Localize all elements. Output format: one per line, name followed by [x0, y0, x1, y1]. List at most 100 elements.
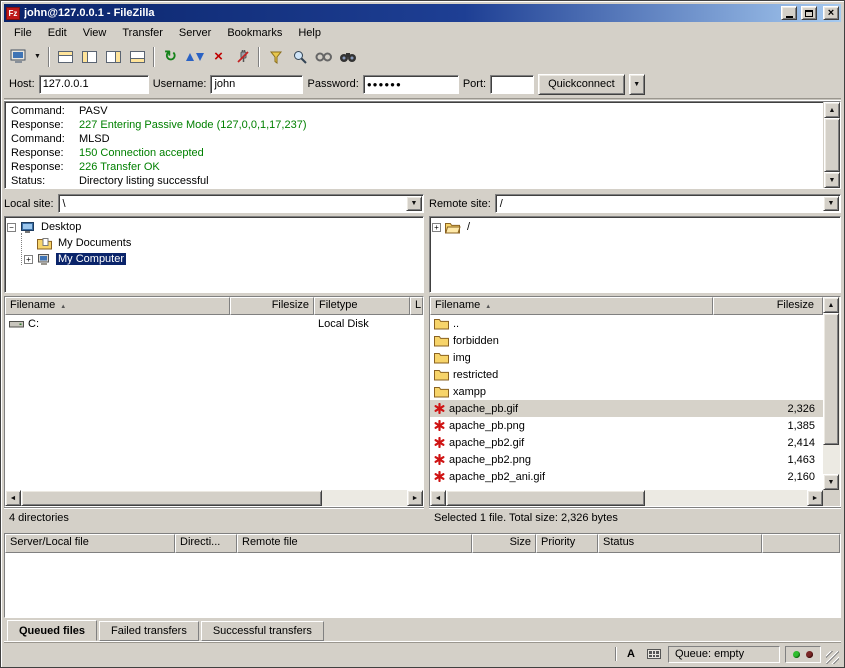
menu-transfer[interactable]: Transfer — [114, 24, 171, 42]
minimize-button[interactable] — [781, 6, 797, 20]
tree-item-desktop[interactable]: − Desktop — [7, 219, 421, 235]
menu-server[interactable]: Server — [171, 24, 219, 42]
scroll-thumb[interactable] — [823, 313, 839, 445]
tab-failed-transfers[interactable]: Failed transfers — [99, 621, 199, 641]
scroll-track[interactable] — [446, 490, 807, 506]
toggle-message-log-icon[interactable] — [54, 45, 77, 68]
toggle-remote-tree-icon[interactable] — [102, 45, 125, 68]
folder-icon — [434, 334, 449, 347]
scroll-thumb[interactable] — [21, 490, 322, 506]
disconnect-icon[interactable] — [231, 45, 254, 68]
site-manager-icon[interactable] — [7, 45, 30, 68]
port-input[interactable] — [490, 75, 534, 94]
toggle-local-tree-icon[interactable] — [78, 45, 101, 68]
scroll-up-button[interactable]: ▲ — [823, 297, 839, 313]
scroll-track[interactable] — [21, 490, 407, 506]
local-site-row: Local site: \ ▼ — [4, 193, 424, 214]
filter-icon[interactable] — [264, 45, 287, 68]
combo-dropdown-button[interactable]: ▼ — [823, 196, 839, 211]
remote-vertical-scrollbar[interactable]: ▲ ▼ — [823, 297, 840, 490]
expander-plus-icon[interactable]: + — [24, 255, 33, 264]
file-row[interactable]: xampp — [430, 383, 823, 400]
remote-site-combo[interactable]: / ▼ — [495, 194, 841, 213]
file-row-selected[interactable]: apache_pb.gif2,326 — [430, 400, 823, 417]
toggle-transfer-queue-icon[interactable] — [126, 45, 149, 68]
data-type-indicator[interactable]: A — [622, 646, 640, 662]
queue-body[interactable] — [5, 553, 840, 617]
local-horizontal-scrollbar[interactable]: ◄ ► — [5, 490, 423, 506]
process-queue-icon[interactable] — [183, 45, 206, 68]
column-header-lastmodified[interactable]: L — [410, 297, 423, 315]
remote-horizontal-scrollbar[interactable]: ◄ ► — [430, 490, 823, 506]
tree-item-root[interactable]: + / — [432, 219, 838, 235]
column-header-filesize[interactable]: Filesize — [230, 297, 314, 315]
scroll-thumb[interactable] — [824, 118, 840, 172]
column-header-priority[interactable]: Priority — [536, 534, 598, 553]
expander-minus-icon[interactable]: − — [7, 223, 16, 232]
column-header-status[interactable]: Status — [598, 534, 762, 553]
column-header-server-local-file[interactable]: Server/Local file — [5, 534, 175, 553]
log-scrollbar[interactable]: ▲ ▼ — [823, 102, 840, 188]
scroll-right-button[interactable]: ► — [807, 490, 823, 506]
site-manager-dropdown-icon[interactable]: ▼ — [31, 45, 44, 68]
resize-grip[interactable] — [826, 651, 839, 664]
username-input[interactable] — [210, 75, 303, 94]
menu-edit[interactable]: Edit — [40, 24, 75, 42]
password-input[interactable] — [363, 75, 459, 94]
host-input[interactable] — [39, 75, 149, 94]
expander-plus-icon[interactable]: + — [432, 223, 441, 232]
column-header-filetype[interactable]: Filetype — [314, 297, 410, 315]
file-row[interactable]: apache_pb.png1,385 — [430, 417, 823, 434]
browser-panes: Local site: \ ▼ − Desktop My Documents — [4, 193, 841, 527]
tab-queued-files[interactable]: Queued files — [7, 620, 97, 641]
tree-item-my-documents[interactable]: My Documents — [7, 235, 421, 251]
scroll-up-button[interactable]: ▲ — [824, 102, 840, 118]
find-files-icon[interactable] — [336, 45, 359, 68]
column-header-filename[interactable]: Filename▲ — [5, 297, 230, 315]
column-header-size[interactable]: Size — [472, 534, 536, 553]
scroll-left-button[interactable]: ◄ — [430, 490, 446, 506]
speed-limit-indicator-icon[interactable] — [645, 646, 663, 662]
remote-file-list: Filename▲ Filesize .. forbidden img rest… — [429, 296, 841, 507]
file-row[interactable]: img — [430, 349, 823, 366]
menu-file[interactable]: File — [6, 24, 40, 42]
scroll-down-button[interactable]: ▼ — [823, 474, 839, 490]
refresh-icon[interactable]: ↻ — [159, 45, 182, 68]
directory-comparison-icon[interactable] — [288, 45, 311, 68]
menu-view[interactable]: View — [75, 24, 115, 42]
cancel-operation-icon[interactable]: × — [207, 45, 230, 68]
scroll-thumb[interactable] — [446, 490, 645, 506]
log-line: Status:Directory listing successful — [5, 174, 823, 188]
column-header-direction[interactable]: Directi... — [175, 534, 237, 553]
file-row[interactable]: C: Local Disk — [5, 315, 423, 332]
menu-bookmarks[interactable]: Bookmarks — [219, 24, 290, 42]
scroll-left-button[interactable]: ◄ — [5, 490, 21, 506]
file-row[interactable]: forbidden — [430, 332, 823, 349]
scroll-down-button[interactable]: ▼ — [824, 172, 840, 188]
file-row[interactable]: restricted — [430, 366, 823, 383]
file-row[interactable]: apache_pb2.png1,463 — [430, 451, 823, 468]
file-row[interactable]: apache_pb2_ani.gif2,160 — [430, 468, 823, 485]
tree-item-my-computer[interactable]: + My Computer — [7, 251, 421, 267]
scroll-right-button[interactable]: ► — [407, 490, 423, 506]
scroll-track[interactable] — [824, 118, 840, 172]
file-row[interactable]: apache_pb2.gif2,414 — [430, 434, 823, 451]
column-header-filesize[interactable]: Filesize — [713, 297, 823, 315]
combo-dropdown-button[interactable]: ▼ — [406, 196, 422, 211]
broken-image-file-icon — [434, 437, 445, 448]
tab-successful-transfers[interactable]: Successful transfers — [201, 621, 324, 641]
local-pane: Local site: \ ▼ − Desktop My Documents — [4, 193, 424, 527]
menu-help[interactable]: Help — [290, 24, 329, 42]
file-row[interactable]: .. — [430, 315, 823, 332]
local-list-body: C: Local Disk — [5, 315, 423, 490]
column-header-filename[interactable]: Filename▲ — [430, 297, 713, 315]
scroll-track[interactable] — [823, 313, 840, 474]
close-button[interactable]: × — [823, 6, 839, 20]
quickconnect-button[interactable]: Quickconnect — [538, 74, 625, 95]
activity-indicators — [785, 646, 821, 663]
column-header-remote-file[interactable]: Remote file — [237, 534, 472, 553]
maximize-button[interactable] — [801, 6, 817, 20]
synchronized-browsing-icon[interactable] — [312, 45, 335, 68]
quickconnect-dropdown-button[interactable]: ▼ — [629, 74, 645, 95]
local-site-combo[interactable]: \ ▼ — [58, 194, 424, 213]
